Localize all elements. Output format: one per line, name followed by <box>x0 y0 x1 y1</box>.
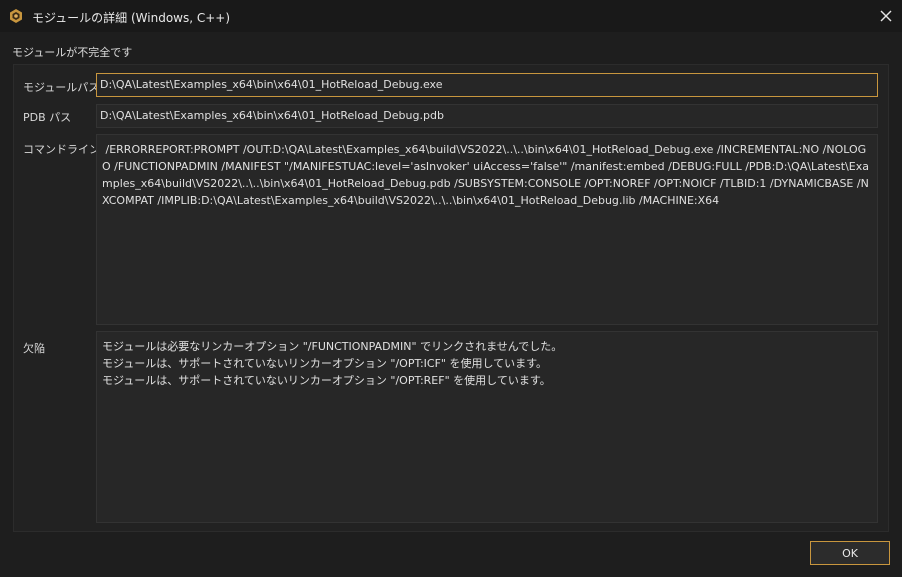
module-details-dialog: モジュールの詳細 (Windows, C++) モジュールが不完全です モジュー… <box>0 0 902 577</box>
ok-button[interactable]: OK <box>810 541 890 565</box>
title-bar[interactable]: モジュールの詳細 (Windows, C++) <box>0 0 902 32</box>
app-logo-icon <box>10 9 22 23</box>
status-message: モジュールが不完全です <box>12 46 133 59</box>
pdb-path-field[interactable]: D:\QA\Latest\Examples_x64\bin\x64\01_Hot… <box>96 104 878 128</box>
module-path-label: モジュールパス <box>23 81 100 94</box>
command-line-field[interactable]: /ERRORREPORT:PROMPT /OUT:D:\QA\Latest\Ex… <box>96 134 878 325</box>
close-button[interactable] <box>870 0 902 32</box>
module-path-field[interactable]: D:\QA\Latest\Examples_x64\bin\x64\01_Hot… <box>96 73 878 97</box>
close-icon[interactable] <box>880 10 892 22</box>
command-line-label: コマンドライン <box>23 143 100 156</box>
pdb-path-label: PDB パス <box>23 111 72 124</box>
window-title: モジュールの詳細 (Windows, C++) <box>32 11 231 25</box>
defects-field[interactable]: モジュールは必要なリンカーオプション "/FUNCTIONPADMIN" でリン… <box>96 331 878 523</box>
defects-label: 欠陥 <box>23 342 45 355</box>
